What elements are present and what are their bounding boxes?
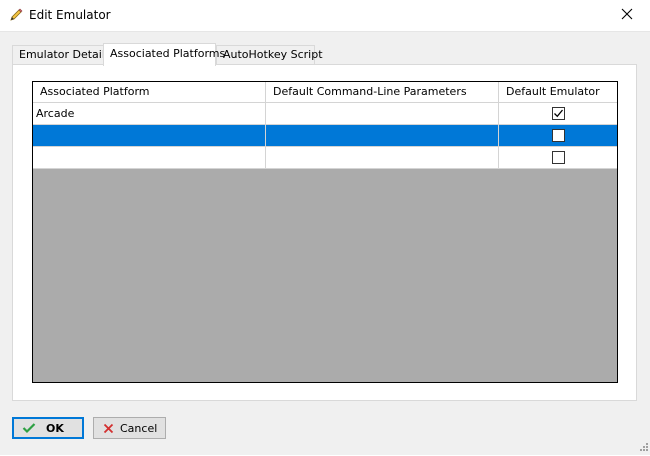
platform-cell[interactable] (33, 147, 266, 168)
cancel-button[interactable]: Cancel (93, 417, 166, 439)
default-emulator-checkbox[interactable] (551, 151, 565, 164)
platforms-grid[interactable]: Associated Platform Default Command-Line… (32, 81, 618, 383)
default-emulator-checkbox[interactable] (551, 107, 565, 120)
tab-associated-platforms[interactable]: Associated Platforms (103, 43, 225, 66)
table-row[interactable] (33, 125, 617, 147)
close-icon (621, 8, 633, 23)
title-bar: Edit Emulator (0, 0, 650, 32)
resize-grip-icon[interactable] (638, 443, 648, 453)
platform-cell[interactable] (33, 125, 266, 146)
tab-label: AutoHotkey Script (223, 48, 323, 61)
edit-emulator-window: Edit Emulator Emulator Details Associate… (0, 0, 650, 455)
column-header-default-emulator[interactable]: Default Emulator (499, 82, 617, 102)
table-row[interactable] (33, 147, 617, 169)
tab-autohotkey-script[interactable]: AutoHotkey Script (216, 45, 323, 64)
tab-label: Associated Platforms (110, 47, 226, 60)
column-header-associated-platform[interactable]: Associated Platform (33, 82, 266, 102)
cancel-label: Cancel (120, 421, 158, 435)
checkmark-icon (553, 109, 563, 118)
table-row[interactable]: Arcade (33, 103, 617, 125)
x-icon (101, 421, 115, 435)
column-header-default-parameters[interactable]: Default Command-Line Parameters (266, 82, 499, 102)
window-title: Edit Emulator (29, 8, 111, 22)
parameters-cell[interactable] (266, 125, 499, 146)
parameters-cell[interactable] (266, 103, 499, 124)
default-emulator-checkbox[interactable] (551, 129, 565, 142)
ok-button[interactable]: OK (12, 417, 84, 439)
parameters-cell[interactable] (266, 147, 499, 168)
associated-platforms-panel: Associated Platform Default Command-Line… (12, 64, 637, 401)
tab-label: Emulator Details (19, 48, 111, 61)
ok-label: OK (46, 421, 64, 435)
pencil-icon (8, 7, 24, 23)
platform-cell[interactable]: Arcade (33, 103, 266, 124)
default-emulator-cell (499, 147, 617, 168)
grid-header: Associated Platform Default Command-Line… (33, 82, 617, 103)
default-emulator-cell (499, 125, 617, 146)
default-emulator-cell (499, 103, 617, 124)
checkmark-icon (22, 421, 36, 435)
close-button[interactable] (604, 0, 650, 31)
tab-emulator-details[interactable]: Emulator Details (12, 45, 111, 64)
